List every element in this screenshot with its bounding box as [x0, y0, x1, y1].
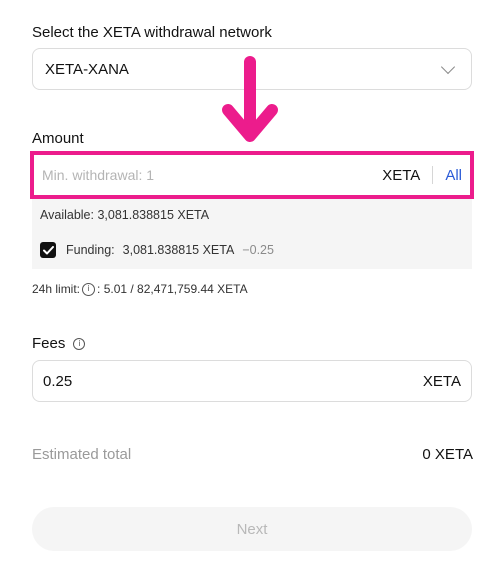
all-button[interactable]: All [445, 167, 462, 184]
funding-checkbox[interactable] [40, 242, 56, 258]
funding-fee: −0.25 [242, 243, 274, 257]
available-balance: Available: 3,081.838815 XETA [40, 208, 210, 222]
limit-value: : 5.01 / 82,471,759.44 XETA [97, 282, 248, 296]
network-label: Select the XETA withdrawal network [32, 24, 272, 41]
fees-label-row: Fees i [32, 335, 87, 352]
next-button[interactable]: Next [32, 507, 472, 551]
fees-value: 0.25 [43, 372, 73, 390]
amount-unit: XETA [382, 166, 421, 184]
fees-unit: XETA [422, 372, 461, 390]
limit-label: 24h limit: [32, 282, 81, 296]
amount-label: Amount [32, 130, 84, 147]
estimated-total-label: Estimated total [32, 446, 132, 463]
limit-row: 24h limit: i : 5.01 / 82,471,759.44 XETA [32, 282, 248, 296]
amount-input[interactable] [42, 167, 383, 183]
arrow-down-icon [222, 56, 278, 142]
balance-panel: Available: 3,081.838815 XETA Funding: 3,… [32, 199, 472, 269]
info-icon[interactable]: i [82, 282, 96, 296]
unit-divider [432, 166, 434, 184]
fees-label: Fees [32, 335, 66, 352]
fees-info-icon[interactable]: i [73, 337, 86, 350]
chevron-down-icon [440, 59, 456, 74]
funding-value: 3,081.838815 XETA [122, 243, 235, 257]
funding-row: Funding: 3,081.838815 XETA −0.25 [40, 242, 274, 258]
funding-label: Funding: [66, 243, 115, 257]
estimated-total-value: 0 XETA [422, 446, 473, 463]
check-icon [42, 245, 54, 254]
amount-field-highlight: XETA All [30, 151, 474, 199]
fees-field: 0.25 XETA [32, 360, 472, 402]
